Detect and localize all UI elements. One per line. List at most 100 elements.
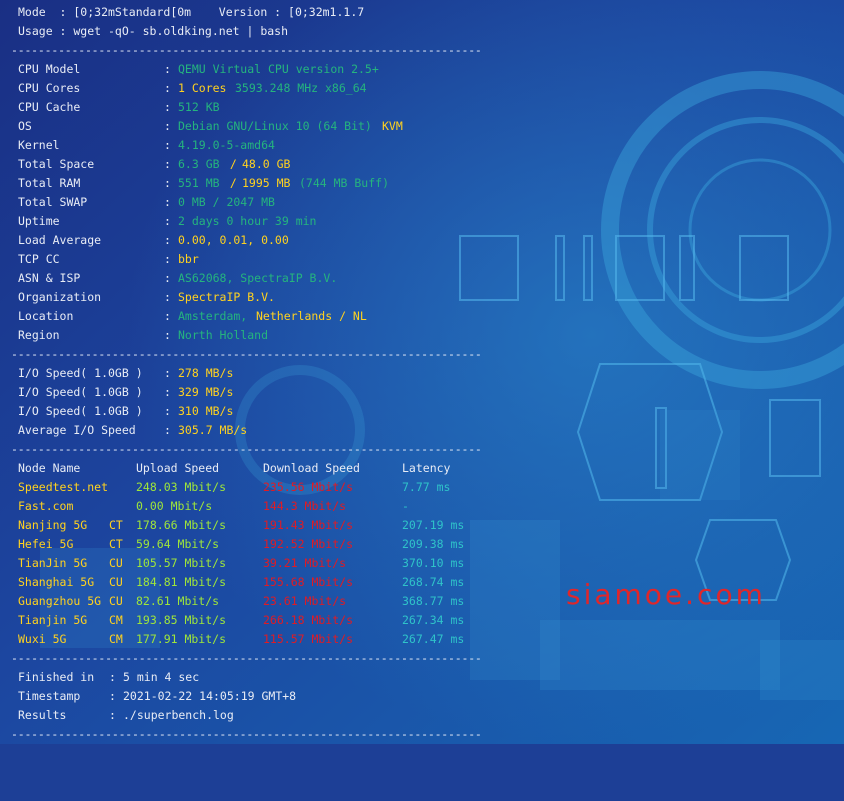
cpu-cores-frequency: 3593.248 MHz x86_64 bbox=[235, 81, 367, 95]
space-separator: / bbox=[223, 157, 244, 171]
space-used-value: 6.3 GB bbox=[178, 157, 220, 171]
region-value: North Holland bbox=[178, 328, 269, 342]
colon: : bbox=[164, 385, 171, 399]
results-row: Results : ./superbench.log bbox=[18, 706, 234, 725]
organization-row: Organization : SpectraIP B.V. bbox=[18, 288, 275, 307]
latency: 207.19 ms bbox=[402, 518, 465, 532]
mode-line: Mode : [0;32mStandard[0m Version : [0;32… bbox=[18, 5, 365, 19]
speedtest-row: Fast.com 0.00 Mbit/s 144.3 Mbit/s - bbox=[18, 497, 409, 516]
upload-speed: 82.61 Mbit/s bbox=[136, 594, 220, 608]
io-run-value: 329 MB/s bbox=[178, 385, 234, 399]
colon: : bbox=[164, 252, 171, 266]
cpu-model-value: QEMU Virtual CPU version 2.5+ bbox=[178, 62, 379, 76]
separator-line: ----------------------------------------… bbox=[11, 727, 482, 741]
download-speed: 39.21 Mbit/s bbox=[263, 556, 347, 570]
cpu-cache-value: 512 KB bbox=[178, 100, 220, 114]
separator-line: ----------------------------------------… bbox=[11, 651, 482, 665]
latency: 267.47 ms bbox=[402, 632, 465, 646]
node-name: Shanghai 5G bbox=[18, 575, 95, 589]
uptime-label: Uptime bbox=[18, 214, 60, 228]
location-label: Location bbox=[18, 309, 74, 323]
node-isp: CT bbox=[109, 537, 123, 551]
load-average-row: Load Average : 0.00, 0.01, 0.00 bbox=[18, 231, 289, 250]
colon: : bbox=[164, 328, 171, 342]
colon: : bbox=[164, 233, 171, 247]
speedtest-row: Guangzhou 5G CU 82.61 Mbit/s 23.61 Mbit/… bbox=[18, 592, 464, 611]
speedtest-row: Nanjing 5G CT 178.66 Mbit/s 191.43 Mbit/… bbox=[18, 516, 464, 535]
io-run-1-row: I/O Speed( 1.0GB ) : 278 MB/s bbox=[18, 364, 233, 383]
colon: : bbox=[164, 62, 171, 76]
separator-line: ----------------------------------------… bbox=[11, 442, 482, 456]
node-name: Nanjing 5G bbox=[18, 518, 88, 532]
cpu-cache-row: CPU Cache : 512 KB bbox=[18, 98, 220, 117]
colon: : bbox=[164, 404, 171, 418]
header-download-speed: Download Speed bbox=[263, 461, 360, 475]
upload-speed: 248.03 Mbit/s bbox=[136, 480, 227, 494]
cpu-cores-count: 1 Cores bbox=[178, 81, 227, 95]
uptime-row: Uptime : 2 days 0 hour 39 min bbox=[18, 212, 316, 231]
organization-value: SpectraIP B.V. bbox=[178, 290, 275, 304]
cpu-model-label: CPU Model bbox=[18, 62, 81, 76]
location-row: Location : Amsterdam, Netherlands / NL bbox=[18, 307, 367, 326]
node-name: TianJin 5G bbox=[18, 556, 88, 570]
total-space-label: Total Space bbox=[18, 157, 95, 171]
colon: : bbox=[164, 195, 171, 209]
io-run-3-row: I/O Speed( 1.0GB ) : 310 MB/s bbox=[18, 402, 233, 421]
io-run-value: 278 MB/s bbox=[178, 366, 234, 380]
node-name: Hefei 5G bbox=[18, 537, 74, 551]
io-run-label: I/O Speed( 1.0GB ) bbox=[18, 404, 143, 418]
kernel-row: Kernel : 4.19.0-5-amd64 bbox=[18, 136, 275, 155]
download-speed: 155.68 Mbit/s bbox=[263, 575, 354, 589]
finished-value: 5 min 4 sec bbox=[123, 670, 200, 684]
colon: : bbox=[164, 176, 171, 190]
speedtest-row: Hefei 5G CT 59.64 Mbit/s 192.52 Mbit/s 2… bbox=[18, 535, 464, 554]
speedtest-row: TianJin 5G CU 105.57 Mbit/s 39.21 Mbit/s… bbox=[18, 554, 464, 573]
os-label: OS bbox=[18, 119, 32, 133]
speedtest-row: Wuxi 5G CM 177.91 Mbit/s 115.57 Mbit/s 2… bbox=[18, 630, 464, 649]
os-value: Debian GNU/Linux 10 (64 Bit) bbox=[178, 119, 372, 133]
colon: : bbox=[164, 423, 171, 437]
download-speed: 23.61 Mbit/s bbox=[263, 594, 347, 608]
upload-speed: 105.57 Mbit/s bbox=[136, 556, 227, 570]
latency: 267.34 ms bbox=[402, 613, 465, 627]
colon: : bbox=[164, 290, 171, 304]
io-run-label: I/O Speed( 1.0GB ) bbox=[18, 385, 143, 399]
header-upload-speed: Upload Speed bbox=[136, 461, 220, 475]
space-total-value: 48.0 GB bbox=[242, 157, 291, 171]
node-isp: CM bbox=[109, 613, 123, 627]
node-isp: CU bbox=[109, 556, 123, 570]
node-name: Wuxi 5G bbox=[18, 632, 67, 646]
colon: : bbox=[164, 81, 171, 95]
location-city: Amsterdam, bbox=[178, 309, 248, 323]
uptime-value: 2 days 0 hour 39 min bbox=[178, 214, 317, 228]
node-isp: CM bbox=[109, 632, 123, 646]
kernel-value: 4.19.0-5-amd64 bbox=[178, 138, 275, 152]
latency: 209.38 ms bbox=[402, 537, 465, 551]
speedtest-row: Speedtest.net 248.03 Mbit/s 235.56 Mbit/… bbox=[18, 478, 450, 497]
upload-speed: 193.85 Mbit/s bbox=[136, 613, 227, 627]
tcp-cc-value: bbr bbox=[178, 252, 199, 266]
colon: : bbox=[164, 157, 171, 171]
terminal-output: Mode : [0;32mStandard[0m Version : [0;32… bbox=[0, 0, 844, 744]
colon: : bbox=[164, 214, 171, 228]
region-row: Region : North Holland bbox=[18, 326, 268, 345]
latency: 370.10 ms bbox=[402, 556, 465, 570]
os-row: OS : Debian GNU/Linux 10 (64 Bit) KVM bbox=[18, 117, 403, 136]
latency: 268.74 ms bbox=[402, 575, 465, 589]
ram-total-value: 1995 MB bbox=[242, 176, 291, 190]
cpu-cache-label: CPU Cache bbox=[18, 100, 81, 114]
upload-speed: 59.64 Mbit/s bbox=[136, 537, 220, 551]
tcp-cc-label: TCP CC bbox=[18, 252, 60, 266]
finished-row: Finished in : 5 min 4 sec bbox=[18, 668, 199, 687]
io-average-row: Average I/O Speed : 305.7 MB/s bbox=[18, 421, 247, 440]
ram-separator: / bbox=[223, 176, 244, 190]
colon: : bbox=[164, 309, 171, 323]
download-speed: 192.52 Mbit/s bbox=[263, 537, 354, 551]
load-average-label: Load Average bbox=[18, 233, 102, 247]
asn-isp-label: ASN & ISP bbox=[18, 271, 81, 285]
total-swap-label: Total SWAP bbox=[18, 195, 88, 209]
cpu-model-row: CPU Model : QEMU Virtual CPU version 2.5… bbox=[18, 60, 379, 79]
region-label: Region bbox=[18, 328, 60, 342]
colon: : bbox=[109, 689, 116, 703]
separator-line: ----------------------------------------… bbox=[11, 347, 482, 361]
